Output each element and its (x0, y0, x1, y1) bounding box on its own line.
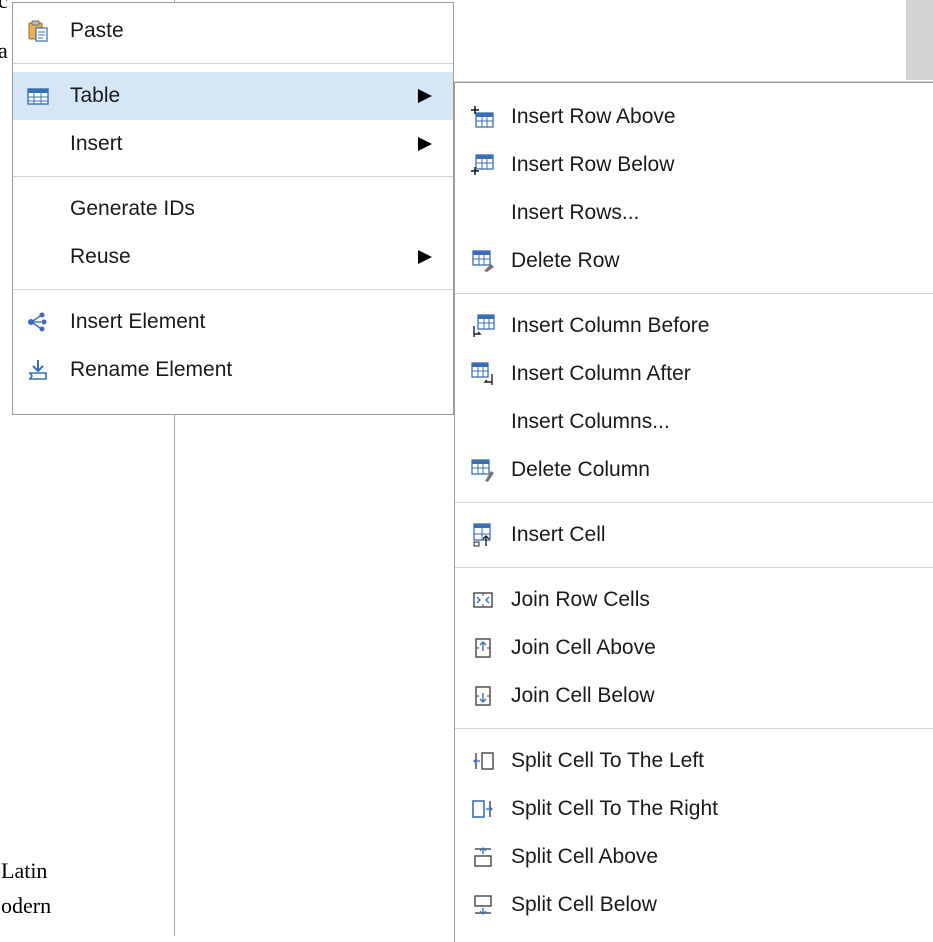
submenu-item-insert-row-below[interactable]: Insert Row Below (455, 141, 933, 189)
split-cell-right-icon (471, 797, 495, 821)
document-text-fragment: a (0, 38, 8, 63)
submenu-item-split-cell-right[interactable]: Split Cell To The Right (455, 785, 933, 833)
rename-element-icon (27, 359, 49, 381)
menu-separator (455, 502, 933, 503)
insert-cell-icon (471, 523, 495, 547)
submenu-item-split-cell-left[interactable]: Split Cell To The Left (455, 737, 933, 785)
submenu-item-insert-columns[interactable]: Insert Columns... (455, 398, 933, 446)
menu-separator (13, 289, 453, 290)
submenu-item-join-row-cells[interactable]: Join Row Cells (455, 576, 933, 624)
submenu-item-join-cell-below[interactable]: Join Cell Below (455, 672, 933, 720)
join-row-cells-icon (471, 588, 495, 612)
submenu-item-insert-column-after[interactable]: Insert Column After (455, 350, 933, 398)
menu-separator (455, 567, 933, 568)
document-text-fragment: Latin (1, 858, 48, 883)
menu-separator (455, 728, 933, 729)
table-icon (27, 85, 49, 107)
submenu-item-label: Join Row Cells (511, 588, 650, 611)
menu-item-label: Generate IDs (70, 197, 195, 220)
scrollbar-thumb[interactable] (906, 0, 933, 80)
submenu-item-label: Insert Column Before (511, 314, 710, 337)
document-text-fragment: c (0, 0, 8, 13)
menu-item-rename-element[interactable]: Rename Element (13, 346, 453, 394)
menu-separator (13, 63, 453, 64)
document-text-fragment: odern (1, 893, 52, 918)
menu-item-label: Rename Element (70, 358, 233, 381)
menu-item-generate-ids[interactable]: Generate IDs (13, 185, 453, 233)
submenu-item-label: Insert Row Above (511, 105, 676, 128)
submenu-item-join-cell-above[interactable]: Join Cell Above (455, 624, 933, 672)
submenu-arrow-icon (418, 250, 432, 264)
insert-column-before-icon (471, 314, 495, 338)
submenu-item-label: Join Cell Below (511, 684, 655, 707)
submenu-item-delete-column[interactable]: Delete Column (455, 446, 933, 494)
submenu-item-label: Join Cell Above (511, 636, 656, 659)
join-cell-below-icon (471, 684, 495, 708)
submenu-item-label: Insert Columns... (511, 410, 670, 433)
split-cell-below-icon (471, 893, 495, 917)
context-menu: Paste Table Insert Generate IDs Reuse In… (12, 2, 454, 415)
submenu-item-delete-row[interactable]: Delete Row (455, 237, 933, 285)
menu-item-table[interactable]: Table (13, 72, 453, 120)
submenu-item-label: Insert Row Below (511, 153, 675, 176)
submenu-arrow-icon (418, 137, 432, 151)
menu-item-reuse[interactable]: Reuse (13, 233, 453, 281)
menu-item-label: Insert (70, 132, 123, 155)
menu-item-paste[interactable]: Paste (13, 7, 453, 55)
menu-item-label: Reuse (70, 245, 131, 268)
menu-separator (455, 293, 933, 294)
delete-column-icon (471, 458, 495, 482)
split-cell-above-icon (471, 845, 495, 869)
menu-item-insert[interactable]: Insert (13, 120, 453, 168)
submenu-item-label: Insert Cell (511, 523, 606, 546)
table-submenu: Insert Row Above Insert Row Below Insert… (454, 82, 933, 942)
submenu-item-label: Insert Column After (511, 362, 691, 385)
insert-column-after-icon (471, 362, 495, 386)
submenu-item-split-cell-above[interactable]: Split Cell Above (455, 833, 933, 881)
menu-item-label: Insert Element (70, 310, 206, 333)
menu-item-insert-element[interactable]: Insert Element (13, 298, 453, 346)
insert-element-icon (27, 311, 49, 333)
submenu-item-split-cell-below[interactable]: Split Cell Below (455, 881, 933, 929)
menu-item-label: Table (70, 84, 121, 107)
insert-row-below-icon (471, 153, 495, 177)
submenu-item-label: Delete Column (511, 458, 650, 481)
submenu-item-label: Split Cell Above (511, 845, 659, 868)
paste-icon (27, 20, 49, 42)
submenu-item-insert-rows[interactable]: Insert Rows... (455, 189, 933, 237)
submenu-item-label: Split Cell To The Left (511, 749, 704, 772)
delete-row-icon (471, 249, 495, 273)
insert-row-above-icon (471, 105, 495, 129)
submenu-item-label: Delete Row (511, 249, 620, 272)
submenu-item-insert-column-before[interactable]: Insert Column Before (455, 302, 933, 350)
submenu-item-insert-row-above[interactable]: Insert Row Above (455, 93, 933, 141)
submenu-item-insert-cell[interactable]: Insert Cell (455, 511, 933, 559)
submenu-item-label: Insert Rows... (511, 201, 640, 224)
submenu-item-label: Split Cell To The Right (511, 797, 718, 820)
split-cell-left-icon (471, 749, 495, 773)
submenu-item-label: Split Cell Below (511, 893, 657, 916)
join-cell-above-icon (471, 636, 495, 660)
menu-separator (13, 176, 453, 177)
menu-item-label: Paste (70, 19, 124, 42)
submenu-arrow-icon (418, 89, 432, 103)
